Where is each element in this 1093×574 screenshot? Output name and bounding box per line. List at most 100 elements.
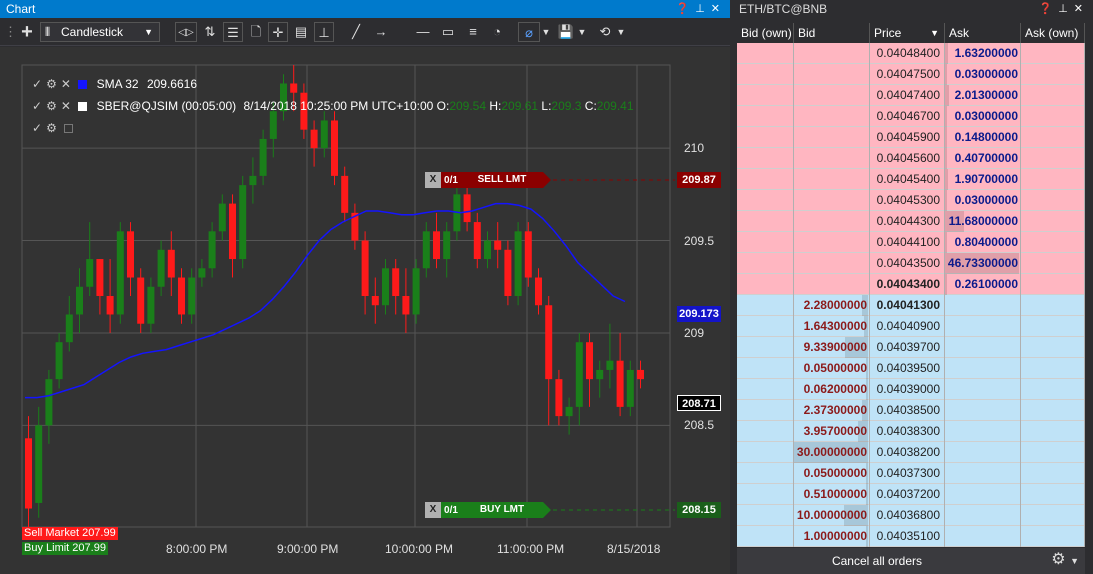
ask-own-cell[interactable] <box>1021 526 1085 547</box>
price-cell[interactable]: 0.04047500 <box>870 64 945 85</box>
candlestick-chart[interactable] <box>0 47 730 574</box>
gear-icon[interactable]: ⚙ <box>46 99 57 113</box>
bid-cell[interactable]: 2.28000000 <box>794 295 870 316</box>
bid-cell[interactable] <box>794 169 870 190</box>
bid-row[interactable]: 1.00000000 0.04035100 <box>737 526 1085 547</box>
save-icon[interactable]: 💾 <box>556 22 576 42</box>
ask-own-cell[interactable] <box>1021 169 1085 190</box>
ask-cell[interactable]: 0.14800000 <box>945 127 1021 148</box>
bid-own-cell[interactable] <box>737 400 794 421</box>
ask-own-cell[interactable] <box>1021 148 1085 169</box>
price-cell[interactable]: 0.04038200 <box>870 442 945 463</box>
bid-cell[interactable]: 30.00000000 <box>794 442 870 463</box>
bid-row[interactable]: 0.05000000 0.04037300 <box>737 463 1085 484</box>
col-ask-own[interactable]: Ask (own) <box>1021 23 1085 43</box>
ask-cell[interactable] <box>945 358 1021 379</box>
bid-cell[interactable] <box>794 253 870 274</box>
sell-order-tag[interactable]: X 0/1 SELL LMT <box>425 172 551 188</box>
gauge-icon[interactable]: ◔ <box>486 22 508 42</box>
bid-own-cell[interactable] <box>737 505 794 526</box>
price-cell[interactable]: 0.04044100 <box>870 232 945 253</box>
bid-row[interactable]: 2.37300000 0.04038500 <box>737 400 1085 421</box>
bid-row[interactable]: 3.95700000 0.04038300 <box>737 421 1085 442</box>
bid-own-cell[interactable] <box>737 379 794 400</box>
bid-cell[interactable]: 3.95700000 <box>794 421 870 442</box>
price-cell[interactable]: 0.04036800 <box>870 505 945 526</box>
window-controls[interactable]: ❓⊥✕ <box>676 0 727 18</box>
ask-cell[interactable]: 0.03000000 <box>945 106 1021 127</box>
gear-icon[interactable]: ⚙ <box>46 121 57 135</box>
bid-own-cell[interactable] <box>737 463 794 484</box>
buy-order-tag[interactable]: X 0/1 BUY LMT <box>425 502 551 518</box>
ask-cell[interactable]: 11.68000000 <box>945 211 1021 232</box>
ask-row[interactable]: 0.04045400 1.90700000 <box>737 169 1085 190</box>
indicator-icon[interactable]: ⌀ <box>518 22 540 42</box>
ask-cell[interactable]: 0.26100000 <box>945 274 1021 295</box>
fibonacci-icon[interactable]: ≡ <box>462 22 484 42</box>
price-cell[interactable]: 0.04039700 <box>870 337 945 358</box>
ask-own-cell[interactable] <box>1021 316 1085 337</box>
price-cell[interactable]: 0.04039500 <box>870 358 945 379</box>
ask-cell[interactable]: 46.73300000 <box>945 253 1021 274</box>
bid-own-cell[interactable] <box>737 295 794 316</box>
ask-own-cell[interactable] <box>1021 505 1085 526</box>
col-bid[interactable]: Bid <box>794 23 870 43</box>
price-cell[interactable]: 0.04045300 <box>870 190 945 211</box>
ask-cell[interactable] <box>945 505 1021 526</box>
horizontal-line-icon[interactable]: — <box>412 22 434 42</box>
ask-own-cell[interactable] <box>1021 232 1085 253</box>
ask-cell[interactable] <box>945 442 1021 463</box>
rectangle-icon[interactable]: ▭ <box>437 22 459 42</box>
check-icon[interactable]: ✓ <box>32 121 42 135</box>
cancel-buy-order-button[interactable]: X <box>425 502 441 518</box>
bid-own-cell[interactable] <box>737 484 794 505</box>
ask-cell[interactable]: 2.01300000 <box>945 85 1021 106</box>
ask-own-cell[interactable] <box>1021 337 1085 358</box>
ask-row[interactable]: 0.04047400 2.01300000 <box>737 85 1085 106</box>
ask-cell[interactable]: 0.40700000 <box>945 148 1021 169</box>
ask-row[interactable]: 0.04046700 0.03000000 <box>737 106 1085 127</box>
price-cell[interactable]: 0.04048400 <box>870 43 945 64</box>
check-icon[interactable]: ✓ <box>32 99 42 113</box>
price-cell[interactable]: 0.04035100 <box>870 526 945 547</box>
ask-own-cell[interactable] <box>1021 64 1085 85</box>
chart-type-select[interactable]: ⫴ Candlestick ▼ <box>40 22 160 42</box>
ask-own-cell[interactable] <box>1021 127 1085 148</box>
bid-cell[interactable]: 1.64300000 <box>794 316 870 337</box>
ask-row[interactable]: 0.04048400 1.63200000 <box>737 43 1085 64</box>
ask-cell[interactable]: 0.03000000 <box>945 190 1021 211</box>
document-icon[interactable]: 🗋 <box>246 22 266 42</box>
window-controls[interactable]: ❓⊥✕ <box>1039 0 1090 18</box>
ask-row[interactable]: 0.04043400 0.26100000 <box>737 274 1085 295</box>
cancel-sell-order-button[interactable]: X <box>425 172 441 188</box>
ask-row[interactable]: 0.04044100 0.80400000 <box>737 232 1085 253</box>
ask-cell[interactable]: 1.90700000 <box>945 169 1021 190</box>
ask-cell[interactable]: 0.03000000 <box>945 64 1021 85</box>
col-price[interactable]: Price ▼ <box>870 23 945 43</box>
bid-row[interactable]: 9.33900000 0.04039700 <box>737 337 1085 358</box>
chevron-down-icon[interactable]: ▼ <box>541 22 551 42</box>
settings-menu-button[interactable]: ⚙ ▼ <box>1051 549 1079 569</box>
bid-cell[interactable] <box>794 43 870 64</box>
share-icon[interactable]: ⟲ <box>594 22 616 42</box>
gear-icon[interactable]: ⚙ <box>46 77 57 91</box>
bid-own-cell[interactable] <box>737 169 794 190</box>
bid-cell[interactable]: 0.51000000 <box>794 484 870 505</box>
ask-cell[interactable]: 1.63200000 <box>945 43 1021 64</box>
ask-own-cell[interactable] <box>1021 358 1085 379</box>
price-cell[interactable]: 0.04045600 <box>870 148 945 169</box>
bid-cell[interactable] <box>794 190 870 211</box>
bid-cell[interactable] <box>794 148 870 169</box>
ask-own-cell[interactable] <box>1021 463 1085 484</box>
price-cell[interactable]: 0.04045900 <box>870 127 945 148</box>
col-ask[interactable]: Ask <box>945 23 1021 43</box>
bid-cell[interactable] <box>794 211 870 232</box>
bid-cell[interactable] <box>794 274 870 295</box>
bid-cell[interactable] <box>794 106 870 127</box>
check-icon[interactable]: ✓ <box>32 77 42 91</box>
bid-own-cell[interactable] <box>737 106 794 127</box>
ask-cell[interactable] <box>945 463 1021 484</box>
price-cell[interactable]: 0.04043500 <box>870 253 945 274</box>
bid-cell[interactable] <box>794 232 870 253</box>
bid-row[interactable]: 0.51000000 0.04037200 <box>737 484 1085 505</box>
